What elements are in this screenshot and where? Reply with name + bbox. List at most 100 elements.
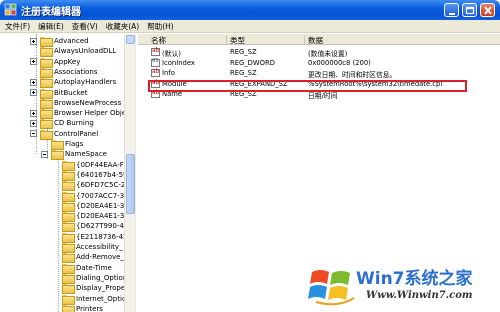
value-type: REG_DWORD bbox=[230, 58, 275, 67]
expand-plus-icon[interactable] bbox=[30, 37, 37, 45]
windows-logo bbox=[308, 270, 355, 306]
tree-item-label: BrowseNewProcess bbox=[54, 98, 122, 107]
folder-icon bbox=[40, 67, 53, 78]
value-row[interactable]: Info REG_SZ 更改日期、时间和时区信息。 bbox=[138, 68, 500, 79]
folder-icon bbox=[62, 212, 75, 223]
folder-icon bbox=[62, 243, 75, 253]
folder-icon bbox=[62, 191, 75, 202]
folder-icon bbox=[62, 170, 75, 181]
expand-plus-icon[interactable] bbox=[30, 89, 37, 96]
folder-icon bbox=[62, 253, 75, 264]
tree-item-label: Date-Time bbox=[76, 263, 112, 272]
tree-item[interactable]: AppKey bbox=[30, 57, 81, 68]
tree-item[interactable]: Browser Helper Objec bbox=[30, 108, 131, 120]
tree-item-label: Flags bbox=[65, 140, 84, 148]
highlight-box bbox=[148, 80, 467, 92]
folder-icon bbox=[62, 181, 75, 192]
tree-item[interactable]: AutoplayHandlers bbox=[30, 77, 117, 89]
tree-item-label: Dialing_Option bbox=[76, 273, 128, 282]
value-row[interactable]: IconIndex REG_DWORD 0x000000c8 (200) bbox=[138, 58, 500, 68]
tree-item[interactable]: CD Burning bbox=[30, 118, 95, 130]
folder-icon bbox=[40, 88, 53, 99]
tree-item-label: AutoplayHandlers bbox=[54, 78, 117, 87]
tree-item-label: Associations bbox=[54, 67, 98, 76]
tree-item[interactable]: Advanced bbox=[30, 36, 90, 47]
expand-plus-icon[interactable] bbox=[30, 58, 37, 66]
folder-icon bbox=[62, 232, 75, 243]
collapse-minus-icon[interactable] bbox=[30, 130, 37, 138]
tree-scrollbar[interactable] bbox=[124, 34, 135, 312]
column-data-header[interactable]: 数据 bbox=[308, 35, 323, 46]
tree-item[interactable]: Associations bbox=[30, 67, 99, 78]
string-value-icon bbox=[151, 47, 160, 56]
tree-item[interactable]: ControlPanel bbox=[30, 129, 99, 140]
tree-item-label: Browser Helper Objec bbox=[54, 109, 131, 118]
folder-icon bbox=[40, 119, 53, 130]
list-header: 名称 类型 数据 bbox=[138, 34, 500, 45]
column-divider[interactable] bbox=[304, 35, 305, 44]
column-name-header[interactable]: 名称 bbox=[151, 35, 166, 46]
folder-icon bbox=[62, 222, 75, 233]
tree-item-label: Internet_Optic bbox=[76, 294, 126, 303]
tree-item-label: NameSpace bbox=[65, 150, 107, 159]
expand-plus-icon[interactable] bbox=[30, 109, 37, 117]
close-button[interactable] bbox=[480, 3, 495, 17]
folder-icon bbox=[51, 140, 64, 150]
menu-view[interactable]: 查看(V) bbox=[72, 21, 98, 32]
menu-file[interactable]: 文件(F) bbox=[5, 21, 30, 32]
tree-item[interactable]: BrowseNewProcess bbox=[30, 98, 122, 109]
menu-favorites[interactable]: 收藏夹(A) bbox=[106, 21, 139, 32]
minimize-icon bbox=[449, 13, 455, 15]
title-bar[interactable]: 注册表编辑器 bbox=[0, 0, 500, 20]
folder-icon bbox=[40, 47, 53, 58]
expand-plus-icon[interactable] bbox=[30, 78, 37, 86]
folder-icon bbox=[40, 98, 53, 109]
folder-icon bbox=[62, 273, 75, 284]
column-type-header[interactable]: 类型 bbox=[230, 35, 245, 46]
watermark-brand: Win7系统之家 bbox=[356, 269, 473, 289]
value-data: 0x000000c8 (200) bbox=[308, 58, 371, 67]
window-title: 注册表编辑器 bbox=[21, 7, 81, 18]
folder-icon bbox=[62, 304, 75, 312]
value-data: 更改日期、时间和时区信息。 bbox=[308, 71, 397, 79]
minimize-button[interactable] bbox=[444, 3, 459, 17]
menu-edit[interactable]: 编辑(E) bbox=[38, 21, 64, 32]
registry-tree[interactable]: Advanced AlwaysUnloadDLL AppKey Association… bbox=[0, 34, 136, 312]
value-type: REG_SZ bbox=[230, 69, 257, 77]
menu-bar: 文件(F) 编辑(E) 查看(V) 收藏夹(A) 帮助(H) bbox=[0, 20, 500, 33]
value-name: Info bbox=[162, 69, 175, 77]
tree-item[interactable]: Date-Time bbox=[52, 263, 113, 274]
value-data: (数值未设置) bbox=[308, 50, 348, 58]
tree-item-label: CD Burning bbox=[54, 119, 94, 128]
tree-item[interactable]: AlwaysUnloadDLL bbox=[30, 46, 117, 58]
tree-item-label: Advanced bbox=[54, 37, 89, 45]
tree-item-label: AlwaysUnloadDLL bbox=[54, 47, 117, 56]
tree-item[interactable]: Display_Proper bbox=[52, 283, 129, 295]
tree-item[interactable]: Accessibility_ bbox=[52, 242, 124, 253]
folder-icon bbox=[62, 294, 75, 305]
scroll-thumb[interactable] bbox=[126, 154, 135, 214]
tree-item[interactable]: BitBucket bbox=[30, 88, 88, 99]
folder-icon bbox=[62, 201, 75, 212]
tree-item[interactable]: NameSpace bbox=[41, 149, 108, 161]
regedit-icon bbox=[4, 3, 17, 16]
watermark-url: Www.Winwin7.com bbox=[366, 290, 473, 301]
menu-help[interactable]: 帮助(H) bbox=[147, 21, 174, 32]
value-type: REG_SZ bbox=[230, 48, 257, 56]
scroll-up-arrow[interactable] bbox=[126, 35, 135, 44]
folder-icon bbox=[40, 109, 53, 120]
maximize-button[interactable] bbox=[462, 3, 477, 17]
column-divider[interactable] bbox=[226, 35, 227, 44]
value-row[interactable]: (默认) REG_SZ (数值未设置) bbox=[138, 47, 500, 58]
folder-icon bbox=[40, 37, 53, 47]
maximize-icon bbox=[465, 6, 475, 15]
tree-item[interactable]: Printers bbox=[52, 304, 104, 312]
tree-item[interactable]: Flags bbox=[41, 139, 84, 150]
collapse-minus-icon[interactable] bbox=[41, 150, 48, 158]
expand-plus-icon[interactable] bbox=[30, 119, 37, 127]
tree-item-label: ControlPanel bbox=[54, 129, 99, 138]
binary-value-icon bbox=[151, 58, 160, 67]
string-value-icon bbox=[151, 68, 160, 77]
tree-item[interactable]: Dialing_Option bbox=[52, 273, 128, 284]
tree-item[interactable]: Internet_Optic bbox=[52, 294, 127, 305]
